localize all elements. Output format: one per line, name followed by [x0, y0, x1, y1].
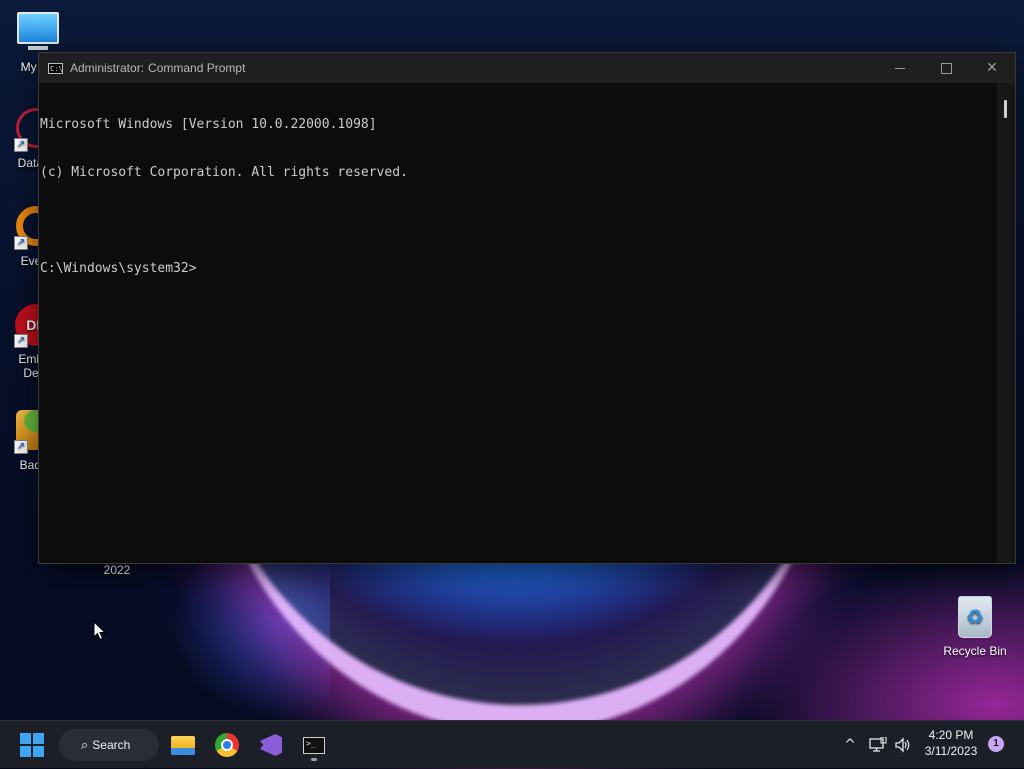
maximize-icon — [940, 62, 952, 74]
taskbar-app-file-explorer[interactable] — [163, 721, 203, 769]
window-title: Administrator: Command Prompt — [70, 61, 245, 75]
desktop-icon-label-partial[interactable]: 2022 — [80, 563, 154, 577]
tray-network-button[interactable] — [866, 721, 890, 769]
minimize-icon — [895, 67, 905, 69]
shortcut-arrow-icon: ↗ — [14, 334, 28, 348]
search-label: Search — [92, 738, 131, 752]
maximize-button[interactable] — [923, 53, 969, 83]
window-controls: ✕ — [877, 53, 1015, 83]
taskbar-app-visual-studio[interactable] — [251, 721, 291, 769]
console-prompt-line[interactable]: C:\Windows\system32> — [40, 261, 997, 277]
desktop-icon-label: Recycle Bin — [943, 644, 1007, 658]
shortcut-arrow-icon: ↗ — [14, 138, 28, 152]
clock-time: 4:20 PM — [928, 728, 974, 742]
visual-studio-icon — [260, 734, 282, 756]
windows-start-icon — [20, 733, 44, 757]
volume-icon — [895, 737, 910, 753]
command-prompt-app-icon[interactable]: C:\ — [48, 62, 63, 74]
tray-volume-button[interactable] — [891, 721, 915, 769]
running-indicator — [311, 758, 317, 761]
window-title-app: Command Prompt — [148, 61, 246, 75]
start-button[interactable] — [12, 721, 52, 769]
shortcut-arrow-icon: ↗ — [14, 236, 28, 250]
taskbar-app-command-prompt[interactable]: >_ — [294, 721, 334, 769]
chevron-up-icon: ^ — [844, 737, 856, 753]
close-icon: ✕ — [986, 60, 998, 76]
minimize-button[interactable] — [877, 53, 923, 83]
network-icon — [869, 737, 887, 752]
file-explorer-icon — [171, 735, 195, 755]
window-title-prefix: Administrator: — [70, 61, 145, 75]
clock-date: 3/11/2023 — [924, 744, 978, 758]
chrome-icon — [215, 733, 239, 757]
taskbar-clock[interactable]: 4:20 PM 3/11/2023 — [916, 727, 986, 759]
tray-overflow-button[interactable]: ^ — [838, 721, 862, 769]
console-output[interactable]: Microsoft Windows [Version 10.0.22000.10… — [39, 83, 997, 563]
console-line: (c) Microsoft Corporation. All rights re… — [40, 165, 408, 180]
terminal-icon: >_ — [303, 736, 325, 754]
shortcut-arrow-icon: ↗ — [14, 440, 28, 454]
command-prompt-window[interactable]: C:\ Administrator: Command Prompt ✕ Micro… — [38, 52, 1016, 564]
taskbar-search-button[interactable]: ⌕ Search — [59, 729, 159, 761]
console-scrollbar[interactable] — [997, 83, 1015, 563]
search-icon: ⌕ — [81, 737, 89, 752]
recycle-bin-icon: ♻ — [953, 596, 997, 640]
taskbar-app-chrome[interactable] — [207, 721, 247, 769]
console-line: Microsoft Windows [Version 10.0.22000.10… — [40, 117, 377, 132]
this-pc-icon — [16, 12, 60, 56]
close-button[interactable]: ✕ — [969, 53, 1015, 83]
desktop-icon-recycle-bin[interactable]: ♻ Recycle Bin — [937, 596, 1013, 658]
scrollbar-thumb[interactable] — [1004, 100, 1007, 118]
window-titlebar[interactable]: C:\ Administrator: Command Prompt ✕ — [39, 53, 1015, 83]
taskbar: ⌕ Search >_ ^ — [0, 720, 1024, 768]
notification-badge[interactable]: 1 — [988, 736, 1004, 752]
